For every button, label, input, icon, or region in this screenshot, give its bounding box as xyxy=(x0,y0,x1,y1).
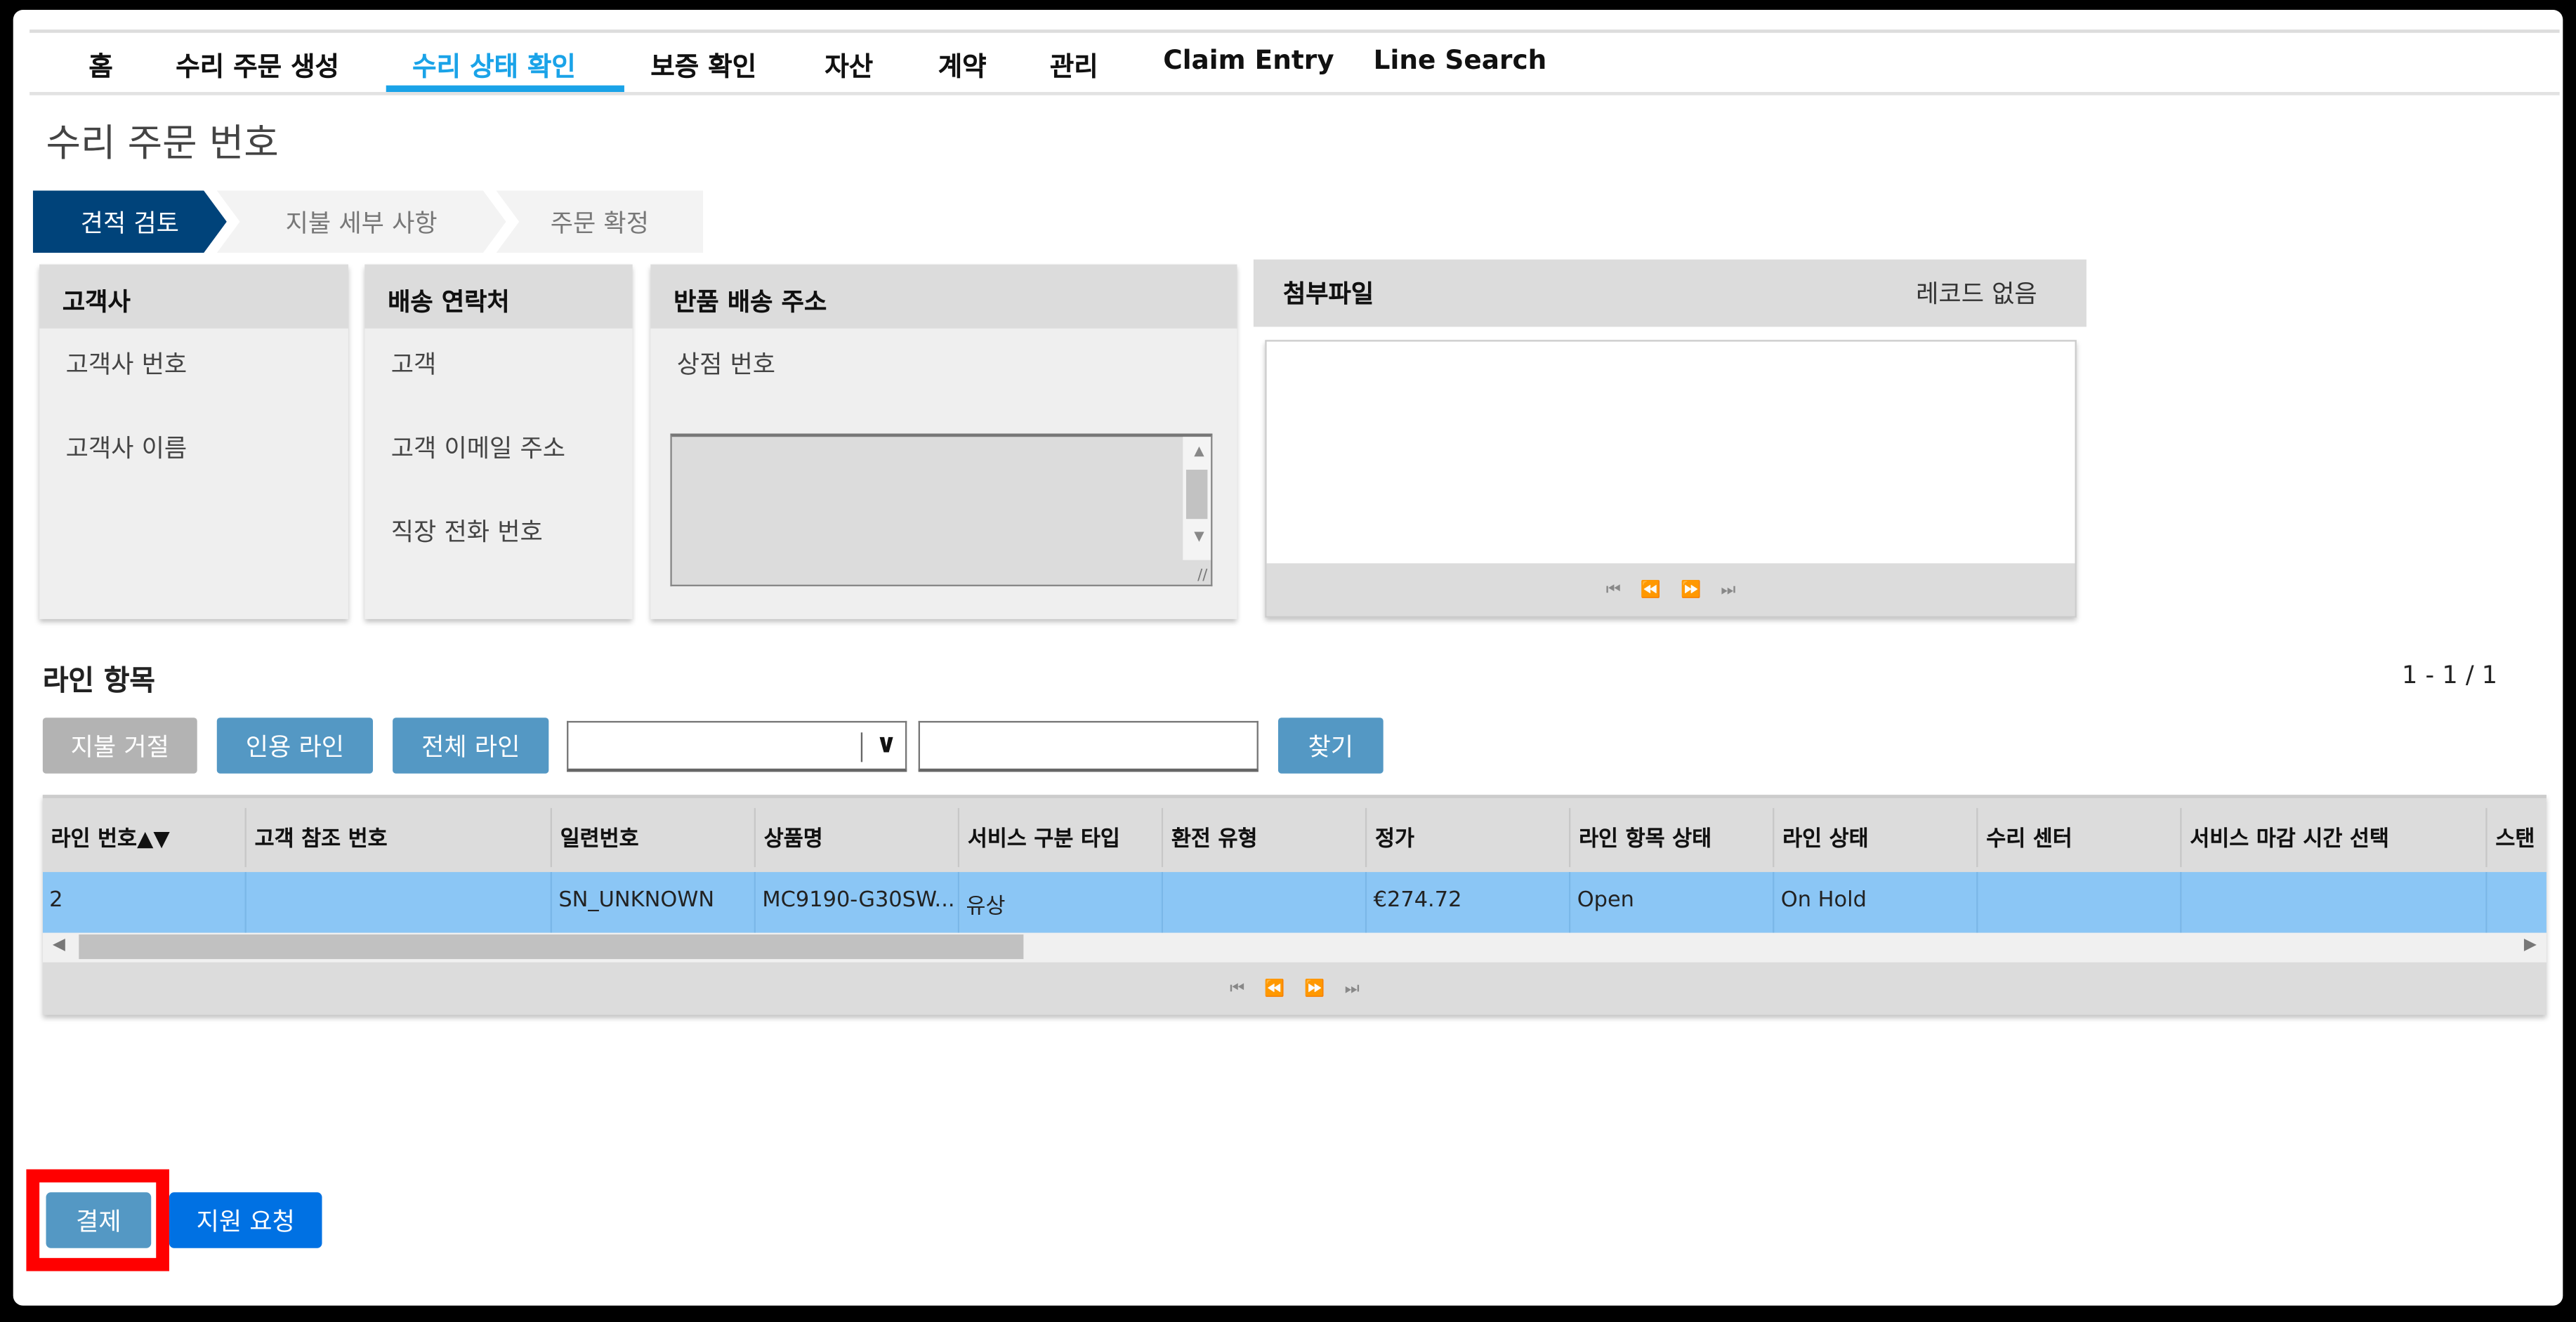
card-title: 고객사 xyxy=(39,264,348,329)
nav-admin[interactable]: 관리 xyxy=(1050,44,1098,84)
column-header[interactable]: 라인 상태 xyxy=(1774,807,1978,868)
prev-page-icon[interactable]: ⏪ xyxy=(1641,581,1661,599)
step-payment-details[interactable]: 지불 세부 사항 xyxy=(216,190,506,253)
line-items-title: 라인 항목 xyxy=(42,665,156,699)
table-cell[interactable]: SN_UNKNOWN xyxy=(552,872,756,933)
nav-warranty-check[interactable]: 보증 확인 xyxy=(650,44,756,84)
customer-card: 고객사 고객사 번호 고객사 이름 xyxy=(39,264,348,619)
request-support-button[interactable]: 지원 요청 xyxy=(169,1192,322,1248)
last-page-icon[interactable]: ⏭ xyxy=(1345,979,1360,998)
shipping-contact-card: 배송 연락처 고객 고객 이메일 주소 직장 전화 번호 xyxy=(364,264,633,619)
pay-button[interactable]: 결제 xyxy=(46,1192,152,1248)
first-page-icon[interactable]: ⏮ xyxy=(1230,979,1244,998)
prev-page-icon[interactable]: ⏪ xyxy=(1264,979,1284,998)
step-order-confirm[interactable]: 주문 확정 xyxy=(496,190,704,253)
step-quote-review[interactable]: 견적 검토 xyxy=(32,190,227,253)
all-lines-button[interactable]: 전체 라인 xyxy=(393,718,549,774)
scroll-right-icon[interactable]: ▶ xyxy=(2524,936,2537,954)
scroll-up-icon[interactable]: ▲ xyxy=(1194,444,1204,458)
nav-line-search[interactable]: Line Search xyxy=(1374,44,1547,75)
attachments-header: 첨부파일 레코드 없음 xyxy=(1253,259,2087,327)
table-cell[interactable] xyxy=(2487,872,2547,933)
table-cell[interactable]: €274.72 xyxy=(1367,872,1571,933)
nav-claim-entry[interactable]: Claim Entry xyxy=(1163,44,1334,75)
attachments-title: 첨부파일 xyxy=(1282,279,1374,309)
table-cell[interactable]: MC9190-G30SW... xyxy=(756,872,960,933)
filter-value-input[interactable] xyxy=(918,720,1259,772)
column-header[interactable]: 라인 항목 상태 xyxy=(1570,807,1775,868)
scroll-down-icon[interactable]: ▼ xyxy=(1194,529,1204,543)
page-title: 수리 주문 번호 xyxy=(46,123,279,166)
table-cell[interactable]: Open xyxy=(1570,872,1775,933)
table-cell[interactable] xyxy=(1978,872,2182,933)
table-cell[interactable]: 유상 xyxy=(959,872,1164,933)
column-header[interactable]: 상품명 xyxy=(756,807,960,868)
screen-frame: 홈 수리 주문 생성 수리 상태 확인 보증 확인 자산 계약 관리 Claim… xyxy=(0,0,2576,1322)
top-nav: 홈 수리 주문 생성 수리 상태 확인 보증 확인 자산 계약 관리 Claim… xyxy=(29,29,2560,95)
customer-name-label: 고객사 이름 xyxy=(65,433,188,463)
next-page-icon[interactable]: ⏩ xyxy=(1681,581,1701,599)
column-header[interactable]: 서비스 구분 타입 xyxy=(959,807,1164,868)
find-button[interactable]: 찾기 xyxy=(1277,718,1384,774)
filter-field-select[interactable]: ∨ xyxy=(567,720,907,772)
table-cell[interactable] xyxy=(2181,872,2488,933)
step-label: 견적 검토 xyxy=(80,207,179,238)
horizontal-scrollbar[interactable]: ◀ ▶ xyxy=(42,932,2547,963)
reject-payment-button[interactable]: 지불 거절 xyxy=(42,718,197,774)
first-page-icon[interactable]: ⏮ xyxy=(1606,581,1621,599)
scroll-thumb[interactable] xyxy=(1185,470,1208,520)
table-cell[interactable] xyxy=(246,872,553,933)
select-divider xyxy=(860,732,863,762)
attachments-list: ⏮ ⏪ ⏩ ⏭ xyxy=(1265,340,2077,618)
scroll-thumb[interactable] xyxy=(79,934,1024,960)
quote-lines-button[interactable]: 인용 라인 xyxy=(216,718,374,774)
card-title: 반품 배송 주소 xyxy=(650,264,1237,329)
table-pager: ⏮ ⏪ ⏩ ⏭ xyxy=(42,962,2547,1015)
contact-email-label: 고객 이메일 주소 xyxy=(390,433,566,463)
return-address-textarea[interactable]: ▲ ▼ // xyxy=(670,433,1213,587)
column-header[interactable]: 라인 번호▲▼ xyxy=(42,807,247,868)
contact-customer-label: 고객 xyxy=(390,350,437,380)
attachments-pager: ⏮ ⏪ ⏩ ⏭ xyxy=(1266,563,2075,616)
next-page-icon[interactable]: ⏩ xyxy=(1304,979,1325,998)
nav-create-repair-order[interactable]: 수리 주문 생성 xyxy=(176,44,339,84)
store-number-label: 상점 번호 xyxy=(676,350,776,380)
table-cell[interactable]: 2 xyxy=(42,872,247,933)
column-header[interactable]: 스탠 xyxy=(2487,807,2547,868)
attachments-status: 레코드 없음 xyxy=(1916,279,2037,309)
column-header[interactable]: 일련번호 xyxy=(552,807,756,868)
column-header[interactable]: 환전 유형 xyxy=(1163,807,1367,868)
customer-number-label: 고객사 번호 xyxy=(65,350,188,380)
step-label: 주문 확정 xyxy=(550,207,649,238)
card-title: 배송 연락처 xyxy=(364,264,633,329)
line-items-count: 1 - 1 / 1 xyxy=(2402,660,2498,690)
column-header[interactable]: 고객 참조 번호 xyxy=(246,807,553,868)
nav-contracts[interactable]: 계약 xyxy=(938,44,987,84)
scroll-left-icon[interactable]: ◀ xyxy=(53,936,65,954)
resize-handle-icon[interactable]: // xyxy=(1197,568,1207,584)
table-cell[interactable]: On Hold xyxy=(1774,872,1978,933)
chevron-down-icon[interactable]: ∨ xyxy=(876,727,897,758)
textarea-scrollbar[interactable]: ▲ ▼ xyxy=(1183,437,1211,560)
contact-phone-label: 직장 전화 번호 xyxy=(390,517,543,547)
nav-repair-status[interactable]: 수리 상태 확인 xyxy=(412,44,576,84)
column-header[interactable]: 수리 센터 xyxy=(1978,807,2182,868)
return-address-card: 반품 배송 주소 상점 번호 ▲ ▼ // xyxy=(650,264,1237,619)
column-header[interactable]: 정가 xyxy=(1367,807,1571,868)
last-page-icon[interactable]: ⏭ xyxy=(1721,581,1735,599)
step-label: 지불 세부 사항 xyxy=(285,207,438,238)
active-tab-indicator xyxy=(386,85,624,92)
app-window: 홈 수리 주문 생성 수리 상태 확인 보증 확인 자산 계약 관리 Claim… xyxy=(13,10,2563,1306)
nav-assets[interactable]: 자산 xyxy=(824,44,873,84)
column-header[interactable]: 서비스 마감 시간 선택 xyxy=(2181,807,2488,868)
nav-home[interactable]: 홈 xyxy=(88,44,112,84)
line-items-table: 라인 번호▲▼ 고객 참조 번호 일련번호 상품명 서비스 구분 타입 환전 유… xyxy=(42,795,2547,1015)
table-cell[interactable] xyxy=(1163,872,1367,933)
